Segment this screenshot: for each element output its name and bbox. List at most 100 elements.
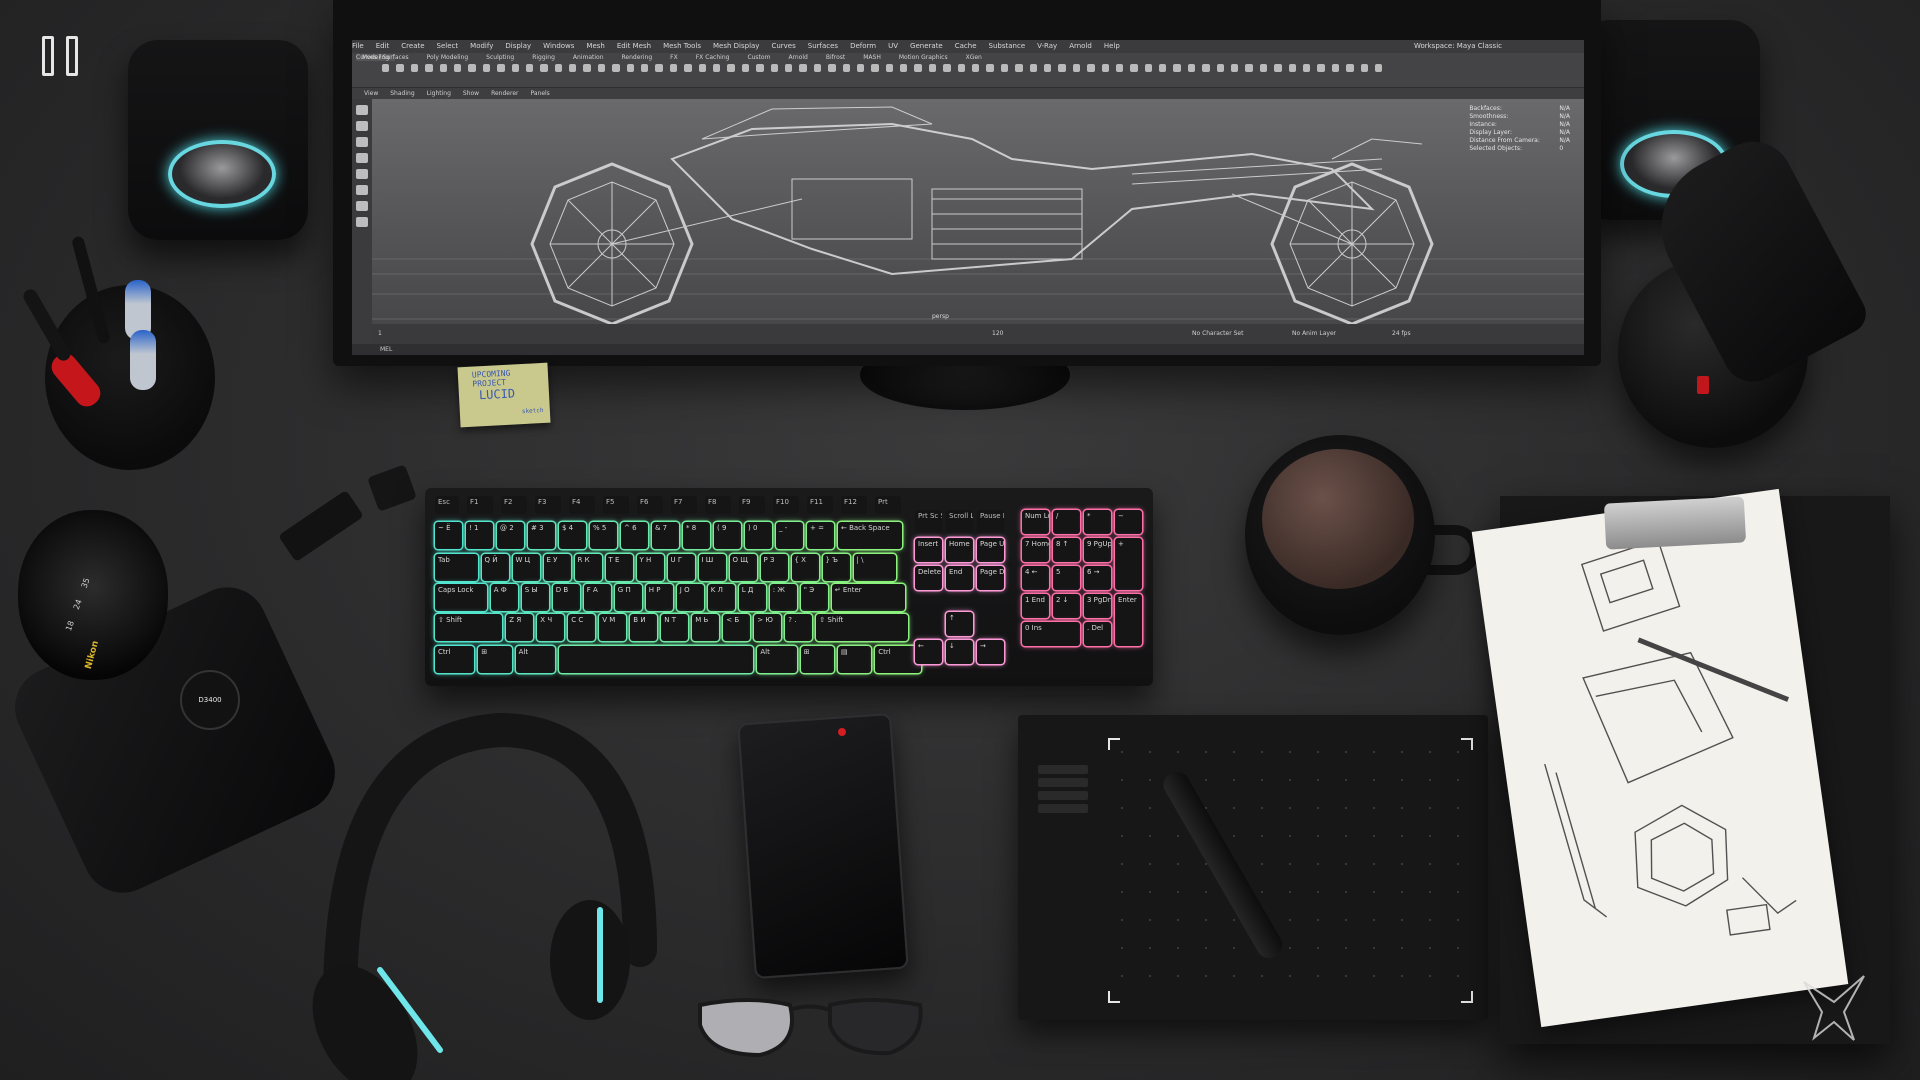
- shelf-tool-icon[interactable]: [1072, 64, 1081, 72]
- shelf-tool-icon[interactable]: [1274, 64, 1282, 72]
- shelf-tool-icon[interactable]: [972, 64, 980, 72]
- key-f12[interactable]: F12: [841, 496, 867, 514]
- shelf-tool-icon[interactable]: [1259, 64, 1268, 72]
- layout-four-icon[interactable]: [356, 217, 368, 227]
- blue-marker[interactable]: [130, 330, 156, 390]
- shelf-tool-icon[interactable]: [1187, 64, 1196, 72]
- shelf-tool-icon[interactable]: [957, 64, 966, 72]
- numpad-key[interactable]: 7 Home: [1022, 538, 1049, 562]
- nav-key[interactable]: Delete: [915, 566, 942, 590]
- menu-item[interactable]: Edit Mesh: [617, 42, 651, 50]
- numpad-key[interactable]: *: [1084, 510, 1111, 534]
- usb-cap[interactable]: [367, 464, 417, 512]
- key[interactable]: [559, 646, 754, 673]
- shelf-tool-icon[interactable]: [856, 64, 865, 72]
- key[interactable]: $ 4: [559, 522, 586, 549]
- shelf-tool-icon[interactable]: [655, 64, 663, 72]
- menu-item[interactable]: Substance: [989, 42, 1026, 50]
- shelf-tool-icon[interactable]: [597, 64, 606, 72]
- shelf-tool-icon[interactable]: [482, 64, 491, 72]
- key[interactable]: Ctrl: [435, 646, 475, 673]
- key[interactable]: W Ц: [512, 554, 540, 581]
- shelf-tool-icon[interactable]: [1058, 64, 1066, 72]
- numpad-key[interactable]: −: [1115, 510, 1142, 534]
- tablet-express-key[interactable]: [1038, 804, 1088, 813]
- headphones[interactable]: [300, 700, 680, 1080]
- key-f4[interactable]: F4: [569, 496, 595, 514]
- shelf-tool-icon[interactable]: [1043, 64, 1052, 72]
- key[interactable]: X Ч: [537, 614, 565, 641]
- key[interactable]: ⇧ Shift: [816, 614, 909, 641]
- key[interactable]: # 3: [528, 522, 555, 549]
- shelf-tool-icon[interactable]: [986, 64, 994, 72]
- shelf-tab[interactable]: Sculpting: [486, 54, 514, 61]
- nav-key[interactable]: ←: [915, 640, 942, 664]
- panel-menu-item[interactable]: Show: [463, 90, 479, 97]
- menu-item[interactable]: Select: [437, 42, 459, 50]
- shelf-tool-icon[interactable]: [540, 64, 548, 72]
- shelf-tool-icon[interactable]: [813, 64, 822, 72]
- numpad-key[interactable]: 1 End: [1022, 594, 1049, 618]
- key[interactable]: ( 9: [714, 522, 741, 549]
- key[interactable]: Z Я: [506, 614, 534, 641]
- key[interactable]: N Т: [661, 614, 689, 641]
- key[interactable]: Alt: [757, 646, 797, 673]
- scale-tool-icon[interactable]: [356, 185, 368, 195]
- lasso-tool-icon[interactable]: [356, 121, 368, 131]
- lamp-switch[interactable]: [1697, 376, 1709, 394]
- menu-item[interactable]: Create: [401, 42, 424, 50]
- shelf-tool-icon[interactable]: [799, 64, 807, 72]
- shelf-tool-icon[interactable]: [612, 64, 620, 72]
- shelf-tab[interactable]: Animation: [573, 54, 604, 61]
- key[interactable]: * 8: [683, 522, 710, 549]
- key[interactable]: C С: [568, 614, 596, 641]
- shelf-tool-icon[interactable]: [669, 64, 678, 72]
- nav-key[interactable]: Insert: [915, 538, 942, 562]
- shelf-tool-icon[interactable]: [468, 64, 476, 72]
- key[interactable]: % 5: [590, 522, 617, 549]
- tablet-express-key[interactable]: [1038, 778, 1088, 787]
- shelf-tool-icon[interactable]: [770, 64, 778, 72]
- menu-item[interactable]: Deform: [850, 42, 876, 50]
- key[interactable]: E У: [543, 554, 571, 581]
- key[interactable]: + =: [807, 522, 834, 549]
- key-f7[interactable]: F7: [671, 496, 697, 514]
- shelf-tool-icon[interactable]: [900, 64, 908, 72]
- shelf-tab[interactable]: Arnold: [788, 54, 807, 61]
- numpad-key[interactable]: 4 ←: [1022, 566, 1049, 590]
- fps-selector[interactable]: 24 fps: [1392, 330, 1411, 337]
- shelf-tool-icon[interactable]: [525, 64, 534, 72]
- key[interactable]: ⊞: [800, 646, 834, 673]
- shelf-tool-icon[interactable]: [569, 64, 577, 72]
- key[interactable]: ^ 6: [621, 522, 648, 549]
- nav-key[interactable]: Prt Sc SysRq: [915, 510, 942, 534]
- shelf-tool-icon[interactable]: [1346, 64, 1354, 72]
- shelf-tool-icon[interactable]: [1115, 64, 1124, 72]
- numpad-key[interactable]: 6 →: [1084, 566, 1111, 590]
- key[interactable]: > Ю: [754, 614, 782, 641]
- shelf-tool-icon[interactable]: [1360, 64, 1368, 72]
- shelf-tool-icon[interactable]: [1303, 64, 1311, 72]
- nav-key[interactable]: Pause Break: [977, 510, 1004, 534]
- shelf-tool-icon[interactable]: [1101, 64, 1109, 72]
- shelf-tool-icon[interactable]: [453, 64, 462, 72]
- shelf-tab[interactable]: Curves / Surfaces: [356, 54, 409, 61]
- key[interactable]: Alt: [515, 646, 555, 673]
- layout-single-icon[interactable]: [356, 201, 368, 211]
- shelf-tool-icon[interactable]: [382, 64, 390, 72]
- shelf-tool-icon[interactable]: [1144, 64, 1153, 72]
- key[interactable]: B И: [630, 614, 658, 641]
- key[interactable]: S Ы: [521, 584, 549, 611]
- shelf-tool-icon[interactable]: [784, 64, 793, 72]
- key[interactable]: ← Back Space: [838, 522, 903, 549]
- key-f13[interactable]: Prt: [875, 496, 901, 514]
- shelf-tool-icon[interactable]: [1331, 64, 1340, 72]
- menu-item[interactable]: Generate: [910, 42, 943, 50]
- key-f11[interactable]: F11: [807, 496, 833, 514]
- key[interactable]: D В: [552, 584, 580, 611]
- 3d-viewport[interactable]: Backfaces: N/A Smoothness: N/A Instance: N/A D…: [372, 99, 1584, 324]
- key-f10[interactable]: F10: [773, 496, 799, 514]
- shelf-tab[interactable]: Rigging: [532, 54, 555, 61]
- shelf-tool-icon[interactable]: [396, 64, 404, 72]
- menu-item[interactable]: Mesh Tools: [663, 42, 701, 50]
